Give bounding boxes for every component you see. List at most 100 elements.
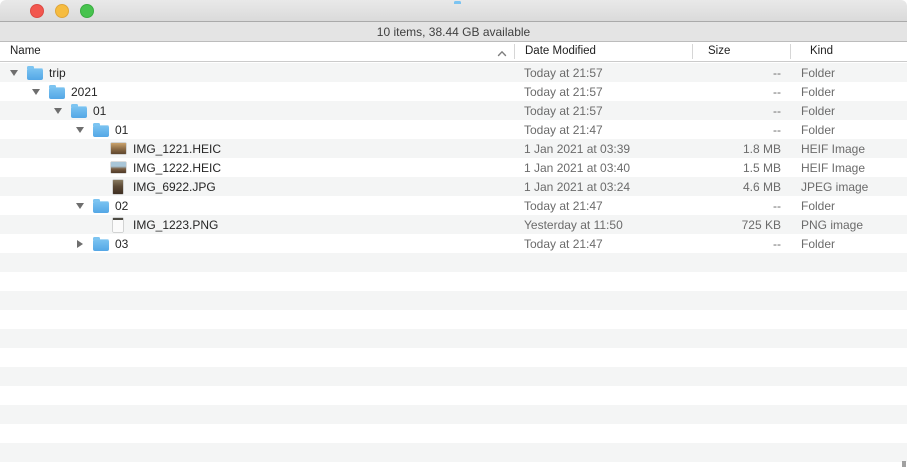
column-resize-handle[interactable]	[790, 44, 791, 59]
column-header-name[interactable]: Name	[10, 42, 41, 61]
column-header-bar: Name Date Modified Size Kind	[0, 42, 907, 62]
file-name-label: 2021	[71, 85, 98, 99]
status-bar: 10 items, 38.44 GB available	[0, 22, 907, 42]
date-modified-value: Yesterday at 11:50	[512, 218, 692, 232]
empty-row	[0, 253, 907, 272]
name-cell: 01	[0, 120, 512, 139]
name-cell: trip	[0, 63, 512, 82]
size-value: --	[692, 199, 790, 213]
file-row[interactable]: 2021 Today at 21:57--Folder	[0, 82, 907, 101]
name-cell: 03	[0, 234, 512, 253]
file-name-label: IMG_1223.PNG	[133, 218, 218, 232]
name-cell: IMG_1223.PNG	[0, 215, 512, 234]
finder-window: 10 items, 38.44 GB available Name Date M…	[0, 0, 907, 470]
file-name-label: trip	[49, 66, 66, 80]
resize-grip[interactable]	[902, 461, 906, 467]
size-value: --	[692, 237, 790, 251]
kind-value: Folder	[790, 199, 907, 213]
kind-value: Folder	[790, 123, 907, 137]
empty-row	[0, 367, 907, 386]
size-value: --	[692, 104, 790, 118]
empty-row	[0, 386, 907, 405]
file-row[interactable]: 02 Today at 21:47--Folder	[0, 196, 907, 215]
kind-value: JPEG image	[790, 180, 907, 194]
close-button[interactable]	[30, 4, 44, 18]
date-modified-value: 1 Jan 2021 at 03:24	[512, 180, 692, 194]
size-value: 4.6 MB	[692, 180, 790, 194]
title-bar[interactable]	[0, 0, 907, 22]
folder-icon	[27, 65, 44, 80]
empty-row	[0, 424, 907, 443]
name-cell: 01	[0, 101, 512, 120]
empty-row	[0, 348, 907, 367]
column-resize-handle[interactable]	[692, 44, 693, 59]
file-name-label: IMG_1221.HEIC	[133, 142, 221, 156]
file-name-label: 02	[115, 199, 128, 213]
status-text: 10 items, 38.44 GB available	[377, 25, 530, 39]
kind-value: HEIF Image	[790, 142, 907, 156]
minimize-button[interactable]	[55, 4, 69, 18]
folder-icon	[71, 103, 88, 118]
photo-thumbnail-portrait-dark	[111, 180, 128, 194]
photo-thumbnail-landscape-brown	[111, 143, 128, 154]
file-name-label: IMG_1222.HEIC	[133, 161, 221, 175]
file-row[interactable]: IMG_1221.HEIC 1 Jan 2021 at 03:391.8 MBHE…	[0, 139, 907, 158]
disclosure-triangle-expanded-icon[interactable]	[8, 70, 27, 76]
column-resize-handle[interactable]	[514, 44, 515, 59]
empty-row	[0, 405, 907, 424]
empty-row	[0, 329, 907, 348]
name-cell: 2021	[0, 82, 512, 101]
column-header-size[interactable]: Size	[708, 42, 730, 61]
zoom-button[interactable]	[80, 4, 94, 18]
date-modified-value: Today at 21:47	[512, 123, 692, 137]
date-modified-value: 1 Jan 2021 at 03:40	[512, 161, 692, 175]
folder-icon	[93, 122, 110, 137]
kind-value: Folder	[790, 85, 907, 99]
folder-icon	[49, 84, 66, 99]
size-value: 1.5 MB	[692, 161, 790, 175]
kind-value: Folder	[790, 104, 907, 118]
size-value: --	[692, 123, 790, 137]
file-row[interactable]: 01Today at 21:57--Folder	[0, 101, 907, 120]
disclosure-triangle-expanded-icon[interactable]	[74, 127, 93, 133]
file-name-label: 03	[115, 237, 128, 251]
folder-icon	[93, 236, 110, 251]
date-modified-value: Today at 21:57	[512, 66, 692, 80]
column-header-kind[interactable]: Kind	[810, 42, 833, 61]
kind-value: PNG image	[790, 218, 907, 232]
sort-ascending-icon	[497, 48, 507, 55]
disclosure-triangle-expanded-icon[interactable]	[52, 108, 71, 114]
date-modified-value: 1 Jan 2021 at 03:39	[512, 142, 692, 156]
size-value: --	[692, 85, 790, 99]
file-list: tripToday at 21:57--Folder2021Today at 2…	[0, 63, 907, 470]
size-value: 1.8 MB	[692, 142, 790, 156]
file-row[interactable]: IMG_6922.JPG 1 Jan 2021 at 03:244.6 MBJPE…	[0, 177, 907, 196]
file-name-label: IMG_6922.JPG	[133, 180, 216, 194]
date-modified-value: Today at 21:47	[512, 199, 692, 213]
disclosure-triangle-expanded-icon[interactable]	[30, 89, 49, 95]
disclosure-triangle-expanded-icon[interactable]	[74, 203, 93, 209]
empty-row	[0, 443, 907, 462]
file-row[interactable]: IMG_1223.PNGYesterday at 11:50725 KBPNG …	[0, 215, 907, 234]
kind-value: Folder	[790, 237, 907, 251]
kind-value: HEIF Image	[790, 161, 907, 175]
file-name-label: 01	[93, 104, 106, 118]
name-cell: 02	[0, 196, 512, 215]
file-row[interactable]: tripToday at 21:57--Folder	[0, 63, 907, 82]
column-header-date-modified[interactable]: Date Modified	[525, 42, 596, 61]
empty-row	[0, 272, 907, 291]
name-cell: IMG_1221.HEIC	[0, 139, 512, 158]
traffic-lights	[30, 4, 94, 18]
size-value: --	[692, 66, 790, 80]
photo-thumbnail-landscape-sky	[111, 162, 128, 173]
date-modified-value: Today at 21:57	[512, 85, 692, 99]
empty-row	[0, 310, 907, 329]
disclosure-triangle-collapsed-icon[interactable]	[74, 240, 93, 248]
file-row[interactable]: 03Today at 21:47--Folder	[0, 234, 907, 253]
file-row[interactable]: 01Today at 21:47--Folder	[0, 120, 907, 139]
folder-icon	[93, 198, 110, 213]
name-cell: IMG_6922.JPG	[0, 177, 512, 196]
name-cell: IMG_1222.HEIC	[0, 158, 512, 177]
empty-row	[0, 291, 907, 310]
file-row[interactable]: IMG_1222.HEIC 1 Jan 2021 at 03:401.5 MBHE…	[0, 158, 907, 177]
